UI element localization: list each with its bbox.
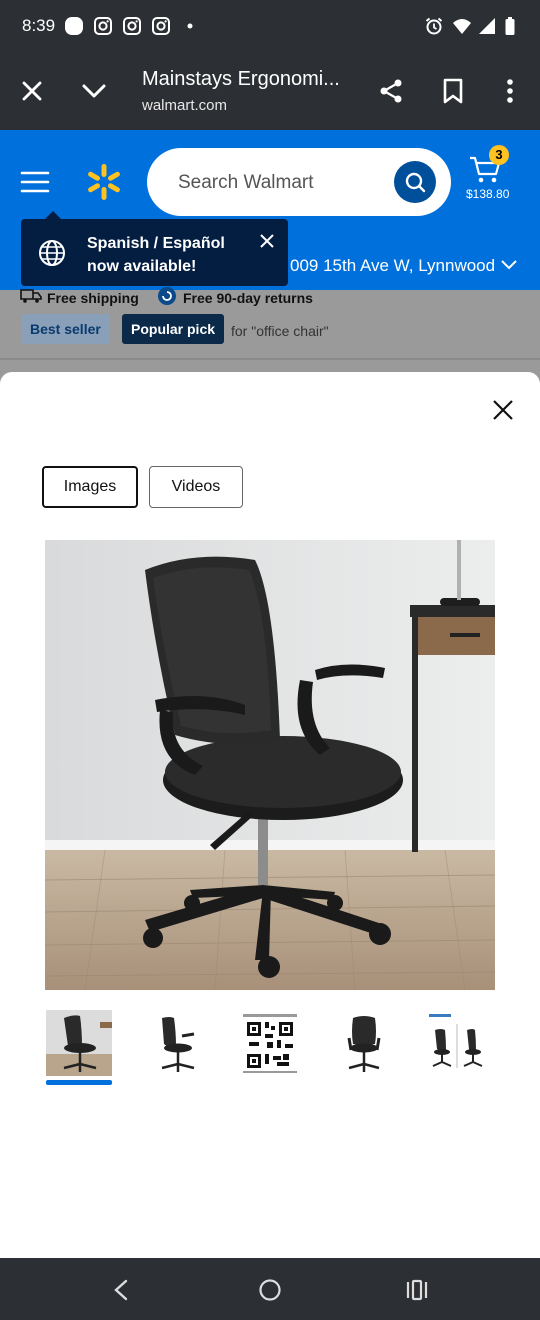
hamburger-menu-icon xyxy=(20,171,50,193)
more-dot-icon xyxy=(187,23,193,29)
page-url: walmart.com xyxy=(142,97,228,114)
free-shipping-label: Free shipping xyxy=(47,290,139,306)
android-nav-bar xyxy=(0,1258,540,1320)
recents-icon xyxy=(406,1279,428,1301)
status-time: 8:39 xyxy=(22,16,56,35)
thumbnail-chair-back[interactable] xyxy=(331,1010,397,1076)
tab-videos[interactable]: Videos xyxy=(149,466,243,508)
status-bar: 8:39 xyxy=(0,0,540,52)
free-returns-label: Free 90-day returns xyxy=(183,290,313,306)
share-icon xyxy=(380,79,402,103)
nav-recents-button[interactable] xyxy=(397,1270,437,1310)
thumbnail-chair-dimensions[interactable] xyxy=(427,1010,493,1076)
truck-icon xyxy=(20,289,42,303)
menu-button[interactable] xyxy=(20,170,54,200)
close-gallery-button[interactable] xyxy=(483,390,523,430)
home-icon xyxy=(259,1279,281,1301)
page-title: Mainstays Ergonomi... xyxy=(142,68,340,90)
instagram-icon xyxy=(152,17,170,35)
more-vertical-icon xyxy=(507,79,513,103)
chevron-down-icon[interactable] xyxy=(500,258,518,272)
returns-icon xyxy=(158,287,176,305)
share-button[interactable] xyxy=(371,71,411,111)
office-chair-image xyxy=(45,540,495,990)
popular-pick-badge: Popular pick xyxy=(122,314,225,344)
popular-pick-context: for "office chair" xyxy=(231,323,329,339)
search-bar[interactable]: Search Walmart xyxy=(147,148,451,216)
thumbnail-image xyxy=(427,1010,493,1076)
close-icon xyxy=(260,234,274,248)
image-gallery-sheet: Images Videos xyxy=(0,372,540,1258)
instagram-icon xyxy=(94,17,112,35)
tab-images[interactable]: Images xyxy=(42,466,138,508)
wifi-icon xyxy=(453,19,471,34)
best-seller-badge: Best seller xyxy=(21,314,110,344)
language-tooltip: Spanish / Español now available! xyxy=(21,219,288,286)
qr-code-icon xyxy=(237,1010,303,1076)
notification-dot-icon xyxy=(65,17,83,35)
minimize-button[interactable] xyxy=(74,71,114,111)
bookmark-button[interactable] xyxy=(433,71,473,111)
chevron-down-icon xyxy=(82,84,106,98)
close-tab-button[interactable] xyxy=(12,71,52,111)
search-input[interactable]: Search Walmart xyxy=(178,172,314,194)
cart-count-badge: 3 xyxy=(489,145,509,165)
search-button[interactable] xyxy=(394,161,436,203)
spark-logo-icon xyxy=(88,164,120,200)
thumbnail-qr-instructions[interactable] xyxy=(237,1010,303,1076)
back-icon xyxy=(114,1279,128,1301)
nav-back-button[interactable] xyxy=(101,1270,141,1310)
thumbnail-image xyxy=(142,1010,208,1076)
instagram-icon xyxy=(123,17,141,35)
nav-home-button[interactable] xyxy=(250,1270,290,1310)
browser-toolbar: Mainstays Ergonomi... walmart.com xyxy=(0,52,540,130)
cart-total: $138.80 xyxy=(466,187,510,201)
signal-icon xyxy=(479,18,495,34)
globe-icon xyxy=(39,240,65,266)
search-icon xyxy=(405,172,426,193)
tooltip-close-button[interactable] xyxy=(255,229,279,253)
close-icon xyxy=(22,81,42,101)
bookmark-icon xyxy=(443,78,463,104)
close-icon xyxy=(493,400,513,420)
main-product-image[interactable] xyxy=(45,540,495,990)
tooltip-text: Spanish / Español now available! xyxy=(87,235,225,275)
alarm-icon xyxy=(425,17,443,35)
battery-icon xyxy=(505,17,515,35)
thumbnail-chair-side[interactable] xyxy=(142,1010,208,1076)
walmart-logo[interactable] xyxy=(84,162,124,202)
thumbnail-chair-in-room[interactable] xyxy=(46,1010,112,1076)
more-options-button[interactable] xyxy=(490,71,530,111)
selected-thumbnail-indicator xyxy=(46,1080,112,1085)
divider xyxy=(0,358,540,360)
thumbnail-image xyxy=(331,1010,397,1076)
thumbnail-image xyxy=(46,1010,112,1076)
store-address[interactable]: 009 15th Ave W, Lynnwood xyxy=(290,256,495,276)
